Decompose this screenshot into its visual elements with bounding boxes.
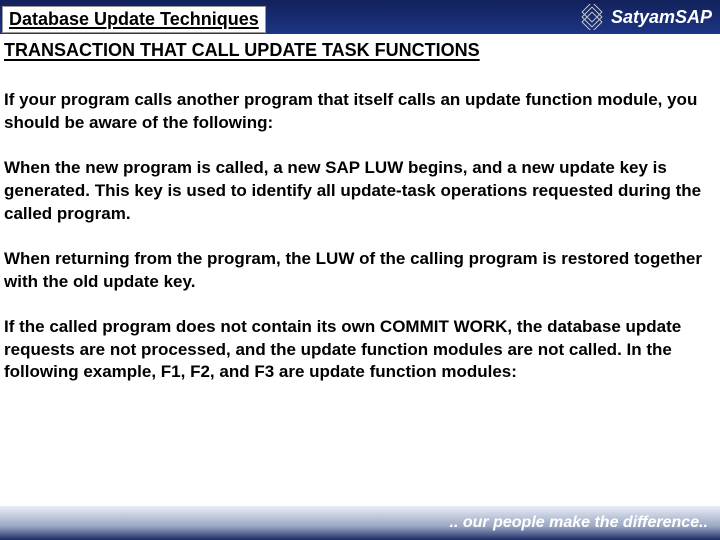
slide-header: Database Update Techniques SatyamSAP: [0, 0, 720, 34]
satyam-logo-icon: [579, 4, 605, 30]
brand-name: Satyam: [611, 7, 675, 27]
paragraph: When the new program is called, a new SA…: [4, 157, 712, 226]
brand-suffix: SAP: [675, 7, 712, 27]
slide-content: TRANSACTION THAT CALL UPDATE TASK FUNCTI…: [0, 34, 720, 384]
brand-logo: SatyamSAP: [579, 4, 712, 30]
slide-footer: .. our people make the difference..: [0, 506, 720, 540]
slide-title: Database Update Techniques: [2, 6, 266, 33]
paragraph: When returning from the program, the LUW…: [4, 248, 712, 294]
footer-tagline: .. our people make the difference..: [450, 514, 708, 532]
brand-text: SatyamSAP: [611, 7, 712, 28]
paragraph: If your program calls another program th…: [4, 89, 712, 135]
paragraph: If the called program does not contain i…: [4, 316, 712, 385]
slide-subtitle: TRANSACTION THAT CALL UPDATE TASK FUNCTI…: [4, 40, 712, 61]
